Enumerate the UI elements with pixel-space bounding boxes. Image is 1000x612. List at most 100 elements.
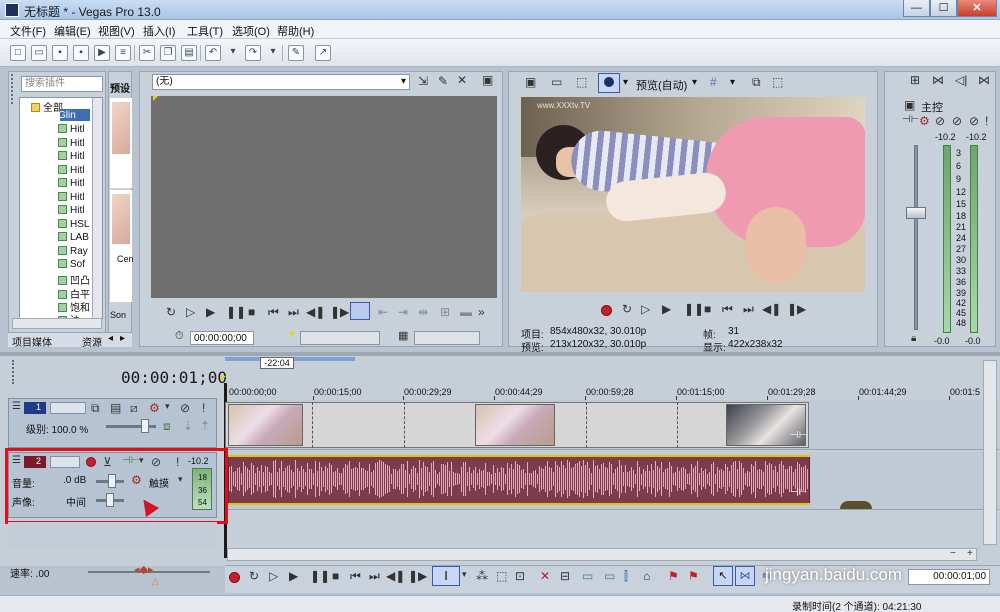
master-mute-icon[interactable]: ⊘	[952, 114, 962, 128]
timeline-vertical-scrollbar[interactable]	[983, 360, 997, 545]
edit-tool-icon[interactable]: ✎	[288, 45, 304, 61]
master-downmix-icon[interactable]: ⋈	[932, 73, 944, 87]
master-fx-chain-icon[interactable]: ⚙	[919, 114, 930, 128]
tree-item[interactable]: LAB	[58, 232, 89, 243]
go-end-icon[interactable]: ⏭	[369, 569, 380, 584]
region-icon[interactable]: ⚑	[688, 569, 699, 583]
menu-insert[interactable]: 插入(I)	[143, 23, 175, 39]
delete-icon[interactable]: ✕	[540, 569, 550, 583]
menu-help[interactable]: 帮助(H)	[277, 23, 314, 39]
auto-crossfade-button[interactable]: ⋈	[735, 566, 755, 586]
timeline-timecode[interactable]: 00:00:01;00	[121, 368, 227, 387]
play-icon[interactable]: ▶	[662, 302, 671, 316]
tree-item[interactable]: HSL	[58, 219, 89, 230]
snap-button[interactable]: ↖	[713, 566, 733, 586]
redo-dropdown-icon[interactable]: ▾	[268, 45, 278, 61]
lock-icon[interactable]: ⌂	[643, 569, 650, 583]
quality-dropdown-icon[interactable]: ▾	[692, 77, 697, 88]
video-track-composite-icon[interactable]: ▤	[110, 401, 121, 415]
loop-icon[interactable]: ↻	[166, 305, 176, 319]
menu-file[interactable]: 文件(F)	[10, 23, 46, 39]
trimmer-close-icon[interactable]: ✕	[457, 73, 467, 87]
play-icon[interactable]: ▶	[206, 305, 215, 319]
play-from-start-icon[interactable]: ▷	[641, 302, 650, 316]
maximize-button[interactable]: ☐	[930, 0, 957, 17]
go-end-icon[interactable]: ⏭	[288, 305, 299, 320]
go-end-icon[interactable]: ⏭	[743, 302, 754, 317]
video-track-fx-chain-icon[interactable]: ⚙	[149, 401, 160, 415]
tree-scrollbar[interactable]	[92, 98, 102, 318]
master-dim-icon[interactable]: ◁|	[955, 73, 967, 87]
play-icon[interactable]: ▶	[289, 569, 298, 583]
new-icon[interactable]: □	[10, 45, 26, 61]
preview-properties-icon[interactable]: ▣	[525, 75, 536, 89]
envelope-tool-icon[interactable]: ↗	[315, 45, 331, 61]
audio-clip[interactable]	[228, 456, 810, 504]
undo-icon[interactable]: ↶	[205, 45, 221, 61]
video-track-sync-icon[interactable]: ⧈	[163, 419, 171, 434]
splitter-bar[interactable]	[0, 352, 1000, 356]
copy-snapshot-icon[interactable]: ⧉	[752, 75, 761, 90]
more-icon[interactable]: »	[478, 305, 485, 319]
properties-icon[interactable]: ≡	[115, 45, 131, 61]
video-fx-dropdown-icon[interactable]: ▾	[165, 401, 170, 412]
redo-icon[interactable]: ↷	[245, 45, 261, 61]
zoom-tool-icon[interactable]: ⊡	[515, 569, 525, 583]
trimmer-viewport[interactable]	[151, 96, 497, 298]
close-button[interactable]: ✕	[957, 0, 997, 17]
envelope-tool-icon[interactable]: ⁂	[476, 569, 488, 583]
timeline-horizontal-scrollbar[interactable]	[227, 548, 977, 561]
pause-icon[interactable]: ❚❚	[684, 302, 704, 316]
undo-dropdown-icon[interactable]: ▾	[228, 45, 238, 61]
rate-slider-handle-icon[interactable]: ◂◆▸	[134, 563, 154, 576]
video-track-mute-icon[interactable]: ⊘	[180, 401, 190, 415]
master-meter-icon[interactable]: !	[985, 114, 988, 128]
video-track-solo-icon[interactable]: !	[202, 401, 205, 415]
master-fx-icon[interactable]: ⊞	[910, 73, 920, 87]
split-dropdown-icon[interactable]: ▾	[623, 77, 628, 88]
trim-icon[interactable]: ⊟	[560, 569, 570, 583]
preset-thumbnail[interactable]	[110, 98, 132, 188]
external-monitor-icon[interactable]: ▭	[551, 75, 562, 89]
trimmer-monitor-icon[interactable]: ▣	[482, 73, 493, 87]
tab-scroll-right-icon[interactable]: ▸	[120, 333, 125, 344]
trimmer-selection-length[interactable]	[300, 331, 380, 345]
save-as-icon[interactable]: ▪	[73, 45, 89, 61]
normal-edit-tool-button[interactable]: I	[432, 566, 460, 586]
next-frame-icon[interactable]: ❚▶	[330, 305, 349, 319]
record-icon[interactable]	[229, 572, 240, 583]
copy-icon[interactable]: ❐	[160, 45, 176, 61]
menu-tools[interactable]: 工具(T)	[187, 23, 223, 39]
menu-edit[interactable]: 编辑(E)	[54, 23, 91, 39]
loop-icon[interactable]: ↻	[249, 569, 259, 583]
preview-frame[interactable]: www.XXXtv.TV	[521, 97, 865, 292]
tree-item[interactable]: Sof	[58, 259, 85, 270]
menu-options[interactable]: 选项(O)	[232, 23, 270, 39]
master-bypass-icon[interactable]: ⊘	[935, 114, 945, 128]
track-menu-icon[interactable]: ☰	[12, 401, 21, 412]
tree-item[interactable]: Glin	[58, 110, 76, 121]
master-checkbox-icon[interactable]: ▣	[904, 98, 915, 112]
prev-frame-icon[interactable]: ◀❚	[762, 302, 781, 316]
tree-item[interactable]: Ray	[58, 246, 88, 257]
menu-view[interactable]: 视图(V)	[98, 23, 135, 39]
tab-resources[interactable]: 资源	[82, 334, 102, 349]
overlays-icon[interactable]: #	[710, 75, 717, 89]
tree-item[interactable]: Hitl	[58, 151, 84, 162]
prev-frame-icon[interactable]: ◀❚	[306, 305, 325, 319]
trimmer-marker-icon[interactable]: ✎	[438, 74, 448, 88]
save-icon[interactable]: ▪	[52, 45, 68, 61]
trimmer-tool-icon[interactable]: ⇲	[418, 74, 428, 88]
split-screen-button[interactable]	[598, 73, 620, 93]
preset-thumbnail[interactable]	[110, 190, 132, 302]
video-track-name[interactable]	[50, 402, 86, 414]
master-fader-handle[interactable]	[906, 207, 926, 219]
preview-quality-dropdown[interactable]: 预览(自动)	[636, 77, 687, 93]
play-from-start-icon[interactable]: ▷	[186, 305, 195, 319]
tree-item[interactable]: Hitl	[58, 165, 84, 176]
panel-grip[interactable]	[11, 74, 15, 104]
tree-item[interactable]: Hitl	[58, 205, 84, 216]
zoom-out-icon[interactable]: −	[950, 548, 956, 559]
edit-tool-dropdown-icon[interactable]: ▾	[462, 569, 467, 580]
video-track-motion-icon[interactable]: ⧉	[91, 401, 100, 416]
